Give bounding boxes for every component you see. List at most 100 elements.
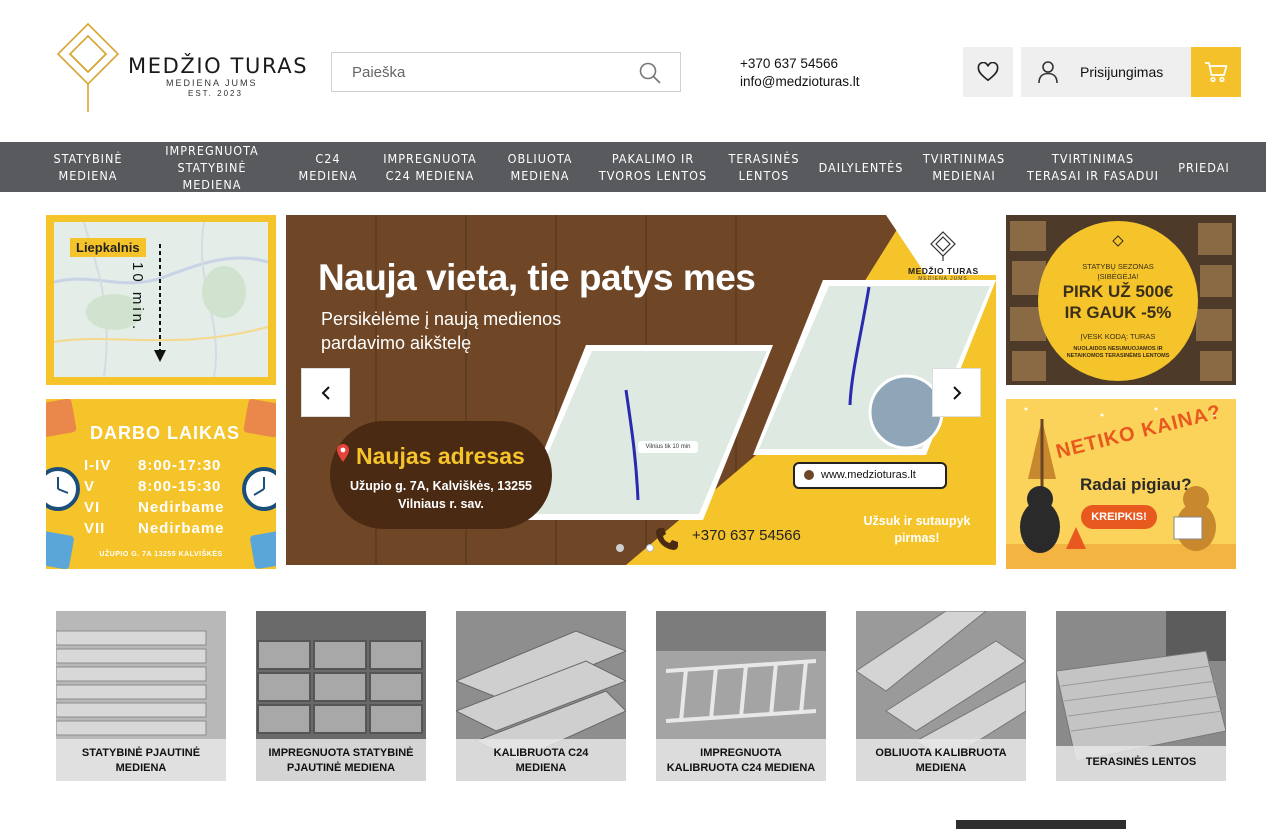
site-header: MEDŽIO TURAS MEDIENA JUMS EST. 2023 +370…	[0, 0, 1266, 142]
logo-mark-icon	[930, 231, 956, 261]
promo-line-4: IR GAUK -5%	[1064, 303, 1172, 322]
main-nav: STATYBINĖ MEDIENA IMPREGNUOTA STATYBINĖ …	[0, 142, 1266, 192]
cart-icon	[1205, 62, 1228, 83]
hero-address-line: Užupio g. 7A, Kalviškės, 13255	[349, 479, 533, 493]
logo-subtitle: MEDIENA JUMS	[166, 78, 258, 88]
category-tile-impregnuota-statybine[interactable]: IMPREGNUOTA STATYBINĖ PJAUTINĖ MEDIENA	[256, 611, 426, 781]
hero-brand: MEDŽIO TURAS MEDIENA JUMS	[908, 231, 978, 282]
hero-brand-sub: MEDIENA JUMS	[918, 276, 968, 282]
nav-item-c24-mediena[interactable]: C24 MEDIENA	[290, 142, 366, 192]
nav-item-impregnuota-statybine[interactable]: IMPREGNUOTA STATYBINĖ MEDIENA	[146, 142, 278, 192]
search-icon[interactable]	[638, 61, 662, 85]
heart-icon	[977, 62, 999, 82]
slider-prev-button[interactable]	[301, 368, 350, 417]
logo-title: MEDŽIO TURAS	[128, 54, 309, 78]
user-icon	[1038, 61, 1058, 84]
logo-est: EST. 2023	[188, 89, 243, 98]
hero-url: www.medzioturas.lt	[793, 462, 947, 489]
hours-title: DARBO LAIKAS	[90, 423, 240, 443]
hours-day: V	[84, 478, 96, 495]
nav-item-pakalimo-lentos[interactable]: PAKALIMO IR TVOROS LENTOS	[598, 142, 708, 192]
contact-phone[interactable]: +370 637 54566	[740, 55, 860, 73]
hero-phone: +370 637 54566	[692, 527, 801, 544]
slider-dot[interactable]	[646, 544, 654, 552]
nav-item-dailylentes[interactable]: DAILYLENTĖS	[816, 142, 906, 192]
hero-subtitle: Persikėlėme į naują medienos pardavimo a…	[321, 309, 562, 353]
hero-title: Nauja vieta, tie patys mes	[318, 257, 756, 298]
hours-address: UŽUPIO G. 7A 13255 KALVIŠKĖS	[99, 551, 223, 558]
search-input[interactable]	[332, 53, 632, 91]
contact-email[interactable]: info@medzioturas.lt	[740, 73, 860, 91]
category-tile-impregnuota-c24[interactable]: IMPREGNUOTA KALIBRUOTA C24 MEDIENA	[656, 611, 826, 781]
promo-line-2: ĮSIBĖGĖJA!	[1097, 272, 1139, 281]
category-label: IMPREGNUOTA KALIBRUOTA C24 MEDIENA	[666, 747, 816, 774]
promo-line-1: STATYBŲ SEZONAS	[1082, 262, 1154, 271]
promo-line-5: ĮVESK KODĄ: TURAS	[1080, 332, 1156, 341]
globe-icon	[804, 470, 814, 480]
chevron-right-icon	[952, 385, 961, 400]
promo-line-6: NUOLAIDOS NESUMUOJAMOS IR NETAIKOMOS TER…	[1066, 346, 1170, 359]
hours-row: V 8:00-15:30	[84, 478, 221, 495]
category-tile-terasines-lentos[interactable]: TERASINĖS LENTOS	[1056, 611, 1226, 781]
map-pin-icon	[337, 444, 349, 462]
promo-line-3: PIRK UŽ 500€	[1062, 282, 1174, 301]
hero-address-box: Naujas adresas Užupio g. 7A, Kalviškės, …	[330, 421, 552, 529]
cart-button[interactable]	[1191, 47, 1241, 97]
phone-icon	[656, 528, 678, 550]
route-label: Vilnius tik 10 min	[645, 444, 691, 450]
nav-item-impregnuota-c24[interactable]: IMPREGNUOTA C24 MEDIENA	[378, 142, 482, 192]
search-box	[331, 52, 681, 92]
category-tile-statybine[interactable]: STATYBINĖ PJAUTINĖ MEDIENA	[56, 611, 226, 781]
hours-day: VI	[84, 499, 101, 516]
nav-item-tvirtinimas-terasai[interactable]: TVIRTINIMAS TERASAI IR FASADUI	[1024, 142, 1162, 192]
promo-circle: STATYBŲ SEZONAS ĮSIBĖGĖJA! PIRK UŽ 500€ …	[1038, 221, 1198, 381]
nav-item-priedai[interactable]: PRIEDAI	[1172, 142, 1236, 192]
price-contact-button[interactable]: KREIPKIS!	[1081, 505, 1157, 529]
hero-address-line: Vilniaus r. sav.	[398, 497, 484, 511]
working-hours-banner[interactable]: DARBO LAIKAS I-IV 8:00-17:30 V 8:00-15:30 …	[46, 399, 276, 569]
wishlist-button[interactable]	[963, 47, 1013, 97]
nav-item-terasines-lentos[interactable]: TERASINĖS LENTOS	[720, 142, 808, 192]
hours-day: VII	[84, 520, 106, 537]
login-button[interactable]: Prisijungimas	[1021, 47, 1191, 97]
hours-time: Nedirbame	[138, 499, 225, 516]
site-logo[interactable]: MEDŽIO TURAS MEDIENA JUMS EST. 2023	[56, 22, 318, 114]
category-tile-kalibruota-c24[interactable]: KALIBRUOTA C24 MEDIENA	[456, 611, 626, 781]
hours-row: VII Nedirbame	[84, 520, 225, 537]
map-image: Liepkalnis 10 min.	[54, 222, 268, 377]
hours-time: 8:00-17:30	[138, 457, 222, 474]
slider-dot-active[interactable]	[616, 544, 624, 552]
nav-item-statybine-mediena[interactable]: STATYBINĖ MEDIENA	[42, 142, 134, 192]
category-label: STATYBINĖ PJAUTINĖ MEDIENA	[81, 747, 201, 774]
hero-cta: Užsuk ir sutaupyk pirmas!	[863, 514, 971, 545]
price-match-banner[interactable]: NETIKO KAINA? Radai pigiau? KREIPKIS!	[1006, 399, 1236, 569]
logo-mark-icon	[56, 22, 120, 112]
nav-item-tvirtinimas-medienai[interactable]: TVIRTINIMAS MEDIENAI	[918, 142, 1010, 192]
hero-address-title: Naujas adresas	[356, 443, 525, 469]
category-label: TERASINĖS LENTOS	[1085, 756, 1197, 768]
category-label: IMPREGNUOTA STATYBINĖ PJAUTINĖ MEDIENA	[268, 747, 414, 774]
hours-time: 8:00-15:30	[138, 478, 222, 495]
logo-mark-icon	[1112, 235, 1124, 247]
login-label: Prisijungimas	[1080, 64, 1164, 80]
hours-time: Nedirbame	[138, 520, 225, 537]
hero-url-text: www.medzioturas.lt	[821, 469, 916, 481]
hours-row: VI Nedirbame	[84, 499, 225, 516]
map-place-label: Liepkalnis	[70, 238, 146, 257]
category-tile-obliuota-kalibruota[interactable]: OBLIUOTA KALIBRUOTA MEDIENA	[856, 611, 1026, 781]
hero-slider: Nauja vieta, tie patys mes Persikėlėme į…	[286, 215, 996, 565]
partial-tile	[956, 820, 1126, 829]
map-banner[interactable]: Liepkalnis 10 min.	[46, 215, 276, 385]
price-subheadline: Radai pigiau?	[1080, 475, 1192, 494]
hours-day: I-IV	[84, 457, 112, 474]
slider-next-button[interactable]	[932, 368, 981, 417]
category-label: OBLIUOTA KALIBRUOTA MEDIENA	[875, 747, 1007, 774]
nav-item-obliuota-mediena[interactable]: OBLIUOTA MEDIENA	[494, 142, 586, 192]
chevron-left-icon	[321, 385, 330, 400]
promo-banner[interactable]: STATYBŲ SEZONAS ĮSIBĖGĖJA! PIRK UŽ 500€ …	[1006, 215, 1236, 385]
category-label: KALIBRUOTA C24 MEDIENA	[493, 747, 589, 774]
contact-info: +370 637 54566 info@medzioturas.lt	[740, 55, 860, 91]
hours-row: I-IV 8:00-17:30	[84, 457, 221, 474]
map-time-label: 10 min.	[129, 262, 146, 333]
hero-brand-title: MEDŽIO TURAS	[908, 266, 979, 276]
